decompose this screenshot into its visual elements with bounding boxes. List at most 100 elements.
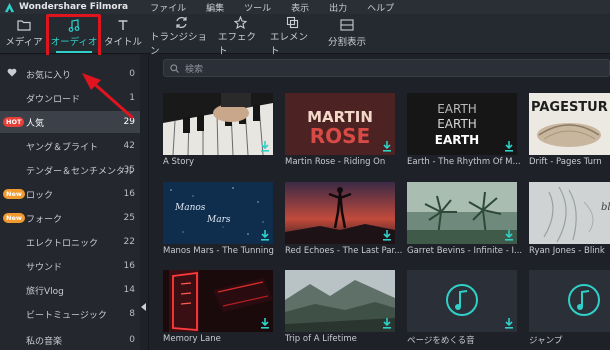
sidebar-item-label: エレクトロニック xyxy=(26,238,99,249)
media-card-red-echoes[interactable]: Red Echoes - The Last Par... xyxy=(285,182,402,256)
download-icon[interactable] xyxy=(260,318,270,329)
tab-audio[interactable]: オーディオ xyxy=(50,16,98,53)
media-card-title: Memory Lane xyxy=(163,334,221,344)
sidebar-item-travel-vlog[interactable]: 旅行Vlog 14 xyxy=(0,279,140,301)
tab-media[interactable]: メディア xyxy=(4,16,44,52)
sidebar-item-beat-music[interactable]: ビートミュージック 8 xyxy=(0,303,140,325)
media-card-memory-lane[interactable]: Memory Lane xyxy=(163,270,273,344)
media-card-title: Drift - Pages Turn xyxy=(529,157,602,167)
menu-view[interactable]: 表示 xyxy=(291,1,309,14)
sidebar-item-count: 0 xyxy=(129,335,135,345)
media-card-title: Martin Rose - Riding On xyxy=(285,157,386,167)
media-card-title: Manos Mars - The Tunning xyxy=(163,246,274,256)
album-art-thumbnail: EARTH EARTH EARTH xyxy=(407,93,517,155)
split-screen-icon xyxy=(340,16,354,34)
search-icon xyxy=(170,63,179,73)
search-placeholder: 検索 xyxy=(185,64,204,75)
sidebar-item-sound[interactable]: サウンド 16 xyxy=(0,255,140,277)
media-card-martin-rose[interactable]: MARTIN ROSE Martin Rose - Riding On xyxy=(285,93,395,167)
tab-transitions[interactable]: トランジション xyxy=(150,16,212,57)
media-card-jump[interactable]: ジャンプ xyxy=(529,270,610,346)
sidebar-item-electronic[interactable]: エレクトロニック 22 xyxy=(0,231,140,253)
art-text: ROSE xyxy=(310,124,370,148)
sidebar-item-count: 1 xyxy=(129,93,135,103)
media-card-a-story[interactable]: A Story xyxy=(163,93,273,167)
media-card-title: Red Echoes - The Last Par... xyxy=(285,246,403,256)
menu-help[interactable]: ヘルプ xyxy=(367,1,394,14)
sidebar-item-rock[interactable]: New ロック 16 xyxy=(0,183,140,205)
collapse-sidebar-arrow-icon[interactable] xyxy=(141,303,146,311)
audio-thumbnail xyxy=(407,270,517,332)
media-card-manos-mars[interactable]: Manos Mars Manos Mars - The Tunning xyxy=(163,182,274,256)
sidebar-item-young-bright[interactable]: ヤング＆ブライト 42 xyxy=(0,135,140,157)
download-icon[interactable] xyxy=(504,230,514,241)
sidebar-item-my-music[interactable]: 私の音楽 0 xyxy=(0,329,140,350)
download-icon[interactable] xyxy=(382,318,392,329)
tab-split-screen[interactable]: 分割表示 xyxy=(322,16,372,52)
download-icon[interactable] xyxy=(260,230,270,241)
tab-transitions-label: トランジション xyxy=(150,32,208,57)
album-art-thumbnail xyxy=(407,182,517,244)
sidebar-item-label: ビートミュージック xyxy=(26,310,107,321)
media-card-earth[interactable]: EARTH EARTH EARTH Earth - The Rhythm Of … xyxy=(407,93,521,167)
new-badge: New xyxy=(3,189,25,199)
audio-file-icon xyxy=(446,284,478,316)
media-card-trip-of-a-lifetime[interactable]: Trip of A Lifetime xyxy=(285,270,395,344)
download-icon[interactable] xyxy=(504,141,514,152)
heart-icon xyxy=(7,68,17,77)
menu-tools[interactable]: ツール xyxy=(244,1,271,14)
sidebar-item-count: 25 xyxy=(123,213,135,223)
search-input[interactable]: 検索 xyxy=(163,59,610,77)
sidebar-item-downloads[interactable]: ダウンロード 1 xyxy=(0,87,140,109)
media-card-title: Trip of A Lifetime xyxy=(285,334,357,344)
menu-edit[interactable]: 編集 xyxy=(206,1,224,14)
toolbar: メディア オーディオ タイトル トランジション エフェクト エレメント 分割表示 xyxy=(0,14,610,57)
sidebar-item-label: お気に入り xyxy=(26,70,72,81)
app-title: Wondershare Filmora xyxy=(19,2,129,12)
sidebar-item-popular[interactable]: HOT 人気 29 xyxy=(0,111,140,133)
music-note-icon xyxy=(68,16,80,34)
sidebar-item-count: 16 xyxy=(123,189,135,199)
effect-icon xyxy=(233,16,247,29)
sidebar-item-label: 旅行Vlog xyxy=(26,286,64,297)
media-card-title: A Story xyxy=(163,157,194,167)
album-art-thumbnail: PAGESTUR xyxy=(529,93,610,155)
media-card-title: ページをめくる音 xyxy=(407,336,475,346)
media-card-drift[interactable]: PAGESTUR Drift - Pages Turn xyxy=(529,93,610,167)
art-text: EARTH xyxy=(437,117,477,131)
sidebar-item-label: ダウンロード xyxy=(26,94,81,105)
media-card-title: Garret Bevins - Infinite - I... xyxy=(407,246,523,256)
menu-export[interactable]: 出力 xyxy=(329,1,347,14)
download-icon[interactable] xyxy=(260,141,270,152)
tab-audio-label: オーディオ xyxy=(50,37,98,48)
sidebar-item-folk[interactable]: New フォーク 25 xyxy=(0,207,140,229)
tab-effects-label: エフェクト xyxy=(218,32,257,57)
tab-titles[interactable]: タイトル xyxy=(104,16,142,52)
tab-elements[interactable]: エレメント xyxy=(270,16,314,57)
sidebar-item-favorites[interactable]: お気に入り 0 xyxy=(0,63,140,85)
filmora-logo-icon xyxy=(4,2,15,12)
audio-file-icon xyxy=(568,284,600,316)
art-text: blink xyxy=(601,202,610,213)
tab-effects[interactable]: エフェクト xyxy=(218,16,262,57)
sidebar-item-count: 16 xyxy=(123,261,135,271)
menu-file[interactable]: ファイル xyxy=(150,1,186,14)
tab-split-screen-label: 分割表示 xyxy=(327,37,366,48)
audio-thumbnail xyxy=(529,270,610,332)
transition-icon xyxy=(175,16,188,29)
media-card-ryan-jones[interactable]: blink Ryan Jones - Blink xyxy=(529,182,610,256)
download-icon[interactable] xyxy=(382,141,392,152)
media-card-page-turn-sound[interactable]: ページをめくる音 xyxy=(407,270,517,346)
download-icon[interactable] xyxy=(382,230,392,241)
album-art-thumbnail xyxy=(285,182,395,244)
sidebar-item-count: 8 xyxy=(129,309,135,319)
art-text: Mars xyxy=(206,215,231,225)
sidebar-item-count: 0 xyxy=(129,69,135,79)
sidebar-item-count: 22 xyxy=(123,237,135,247)
panel-divider[interactable] xyxy=(148,55,149,350)
sidebar-item-tender-sentimental[interactable]: テンダー＆センチメンタル 35 xyxy=(0,159,140,181)
sidebar-item-count: 35 xyxy=(123,165,135,175)
art-text: Manos xyxy=(174,203,206,213)
download-icon[interactable] xyxy=(504,318,514,329)
media-card-garret-bevins[interactable]: Garret Bevins - Infinite - I... xyxy=(407,182,522,256)
